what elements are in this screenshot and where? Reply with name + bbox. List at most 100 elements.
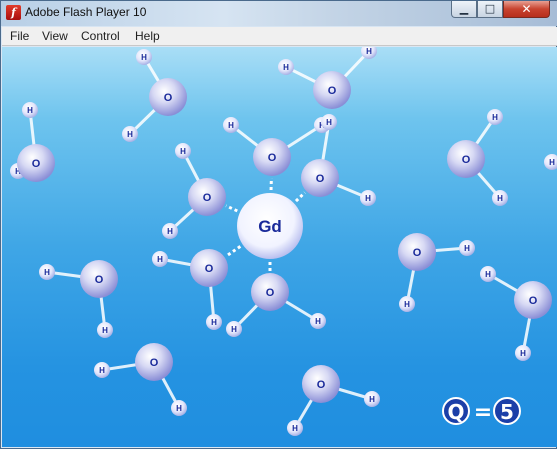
svg-text:O: O: [529, 295, 538, 307]
hydrogen-atom: H: [22, 102, 38, 118]
svg-text:H: H: [99, 366, 105, 375]
svg-text:H: H: [464, 244, 470, 253]
hydrogen-atom: H: [515, 345, 531, 361]
title-bar[interactable]: f Adobe Flash Player 10 ▁ □ ✕: [1, 1, 557, 26]
hydrogen-atom: H: [278, 59, 294, 75]
svg-text:H: H: [180, 147, 186, 156]
oxygen-atom: O: [149, 78, 187, 116]
svg-text:Gd: Gd: [258, 217, 282, 236]
svg-text:H: H: [497, 194, 503, 203]
hydrogen-atom: H: [226, 321, 242, 337]
svg-text:H: H: [157, 255, 163, 264]
svg-text:O: O: [205, 263, 214, 275]
svg-text:H: H: [283, 63, 289, 72]
q-value: 5: [500, 400, 514, 424]
hydrogen-atom: H: [399, 296, 415, 312]
hydrogen-atom: H: [492, 190, 508, 206]
svg-text:O: O: [413, 247, 422, 259]
hydrogen-atom: H: [459, 240, 475, 256]
menu-file[interactable]: File: [10, 29, 29, 43]
hydrogen-atom: H: [321, 114, 337, 130]
svg-text:O: O: [316, 173, 325, 185]
svg-text:O: O: [328, 85, 337, 97]
hydrogen-atom: H: [223, 117, 239, 133]
svg-text:H: H: [176, 404, 182, 413]
hydrogen-atom: H: [310, 313, 326, 329]
oxygen-atom: O: [302, 365, 340, 403]
svg-text:O: O: [164, 92, 173, 104]
svg-text:O: O: [32, 158, 41, 170]
hydrogen-atom: H: [162, 223, 178, 239]
oxygen-atom: O: [190, 249, 228, 287]
svg-text:H: H: [292, 424, 298, 433]
hydrogen-atom: H: [364, 391, 380, 407]
svg-text:H: H: [369, 395, 375, 404]
svg-text:H: H: [102, 326, 108, 335]
svg-text:O: O: [268, 152, 277, 164]
svg-text:O: O: [317, 379, 326, 391]
svg-text:H: H: [127, 130, 133, 139]
oxygen-atom: O: [135, 343, 173, 381]
svg-text:H: H: [492, 113, 498, 122]
window-title: Adobe Flash Player 10: [25, 5, 147, 19]
hydrogen-atom: H: [122, 126, 138, 142]
svg-text:H: H: [485, 270, 491, 279]
hydrogen-atom: H: [360, 190, 376, 206]
hydrogen-atom: H: [136, 49, 152, 65]
oxygen-atom: O: [80, 260, 118, 298]
svg-text:H: H: [326, 118, 332, 127]
svg-text:O: O: [203, 192, 212, 204]
svg-text:H: H: [315, 317, 321, 326]
hydrogen-atom: H: [171, 400, 187, 416]
oxygen-atom: O: [188, 178, 226, 216]
oxygen-atom: O: [447, 140, 485, 178]
svg-text:H: H: [549, 158, 555, 167]
oxygen-atom: O: [514, 281, 552, 319]
minimize-button[interactable]: ▁: [451, 1, 477, 18]
oxygen-atom: O: [17, 144, 55, 182]
svg-text:O: O: [462, 154, 471, 166]
hydrogen-atom: H: [94, 362, 110, 378]
svg-text:H: H: [228, 121, 234, 130]
oxygen-atom: O: [301, 159, 339, 197]
q-number-badge: Q = 5: [442, 397, 521, 425]
svg-text:H: H: [167, 227, 173, 236]
coordination-bond: [225, 245, 242, 258]
svg-text:H: H: [366, 47, 372, 56]
coordination-bond: [225, 204, 238, 213]
hydrogen-atom: H: [287, 420, 303, 436]
menu-view[interactable]: View: [42, 29, 68, 43]
oxygen-atom: O: [313, 71, 351, 109]
svg-text:H: H: [365, 194, 371, 203]
oxygen-atom: O: [253, 138, 291, 176]
hydrogen-atom: H: [544, 154, 557, 170]
svg-text:O: O: [266, 287, 275, 299]
svg-text:O: O: [150, 357, 159, 369]
svg-text:H: H: [44, 268, 50, 277]
q-equals: =: [474, 400, 492, 425]
svg-text:H: H: [231, 325, 237, 334]
hydrogen-atom: H: [487, 109, 503, 125]
hydrogen-atom: H: [480, 266, 496, 282]
coordination-bond: [294, 191, 306, 203]
hydrogen-atom: H: [152, 251, 168, 267]
oxygen-atom: O: [251, 273, 289, 311]
close-button[interactable]: ✕: [503, 1, 550, 18]
hydrogen-atom: H: [206, 314, 222, 330]
molecule-animation: H H O H H O H H O H H O H H O H H O H H O H H O H H O H H O H H O H H O H H O H…: [10, 47, 557, 436]
menu-bar: File View Control Help: [2, 27, 557, 46]
hydrogen-atom: H: [175, 143, 191, 159]
flash-player-window: f Adobe Flash Player 10 ▁ □ ✕ File View …: [0, 0, 557, 449]
menu-control[interactable]: Control: [81, 29, 120, 43]
close-icon: ✕: [521, 2, 532, 16]
svg-text:O: O: [95, 274, 104, 286]
menu-help[interactable]: Help: [135, 29, 160, 43]
flash-player-icon: f: [6, 5, 21, 20]
svg-text:H: H: [404, 300, 410, 309]
flash-stage[interactable]: H H O H H O H H O H H O H H O H H O H H O H H O H H O H H O H H O H H O H H O H…: [2, 47, 557, 447]
gadolinium-atom: Gd: [237, 193, 303, 259]
oxygen-atom: O: [398, 233, 436, 271]
maximize-button[interactable]: □: [477, 1, 503, 18]
minimize-icon: ▁: [459, 2, 469, 15]
svg-text:H: H: [27, 106, 33, 115]
